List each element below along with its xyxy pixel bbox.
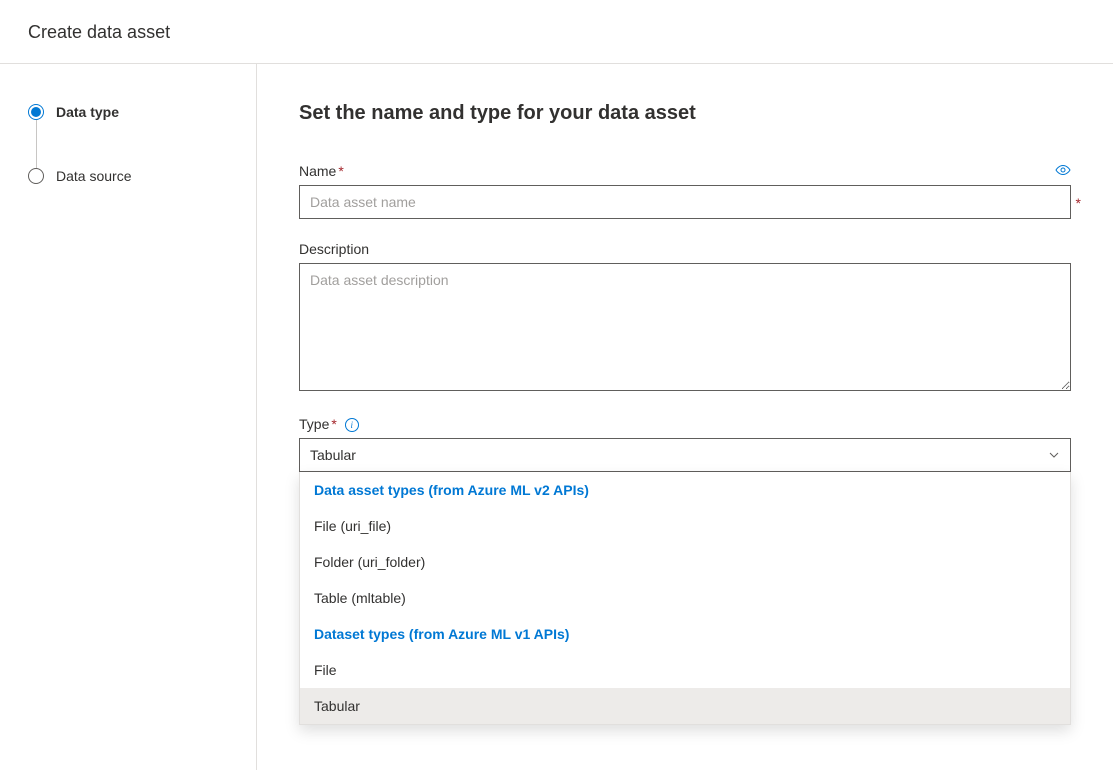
form-group-description: Description: [299, 241, 1071, 394]
name-input[interactable]: [299, 185, 1071, 219]
label-container: Name*: [299, 163, 344, 179]
label-row: Description: [299, 241, 1071, 257]
step-label: Data source: [56, 168, 131, 184]
required-asterisk: *: [1076, 195, 1081, 211]
type-select[interactable]: Tabular: [299, 438, 1071, 472]
required-asterisk: *: [331, 416, 336, 432]
type-label: Type: [299, 416, 329, 432]
dropdown-group-header-v2: Data asset types (from Azure ML v2 APIs): [300, 472, 1070, 508]
chevron-down-icon: [1048, 449, 1060, 461]
label-container: Type* i: [299, 416, 359, 432]
type-selected-value: Tabular: [310, 447, 356, 463]
step-data-source[interactable]: Data source: [28, 168, 228, 184]
dropdown-option-tabular[interactable]: Tabular: [300, 688, 1070, 724]
type-dropdown-panel: Data asset types (from Azure ML v2 APIs)…: [299, 472, 1071, 725]
dropdown-group-header-v1: Dataset types (from Azure ML v1 APIs): [300, 616, 1070, 652]
dropdown-option-table-mltable[interactable]: Table (mltable): [300, 580, 1070, 616]
dropdown-option-file[interactable]: File: [300, 652, 1070, 688]
required-asterisk: *: [338, 163, 343, 179]
page-title: Create data asset: [28, 22, 1085, 43]
label-row: Type* i: [299, 416, 1071, 432]
page-header: Create data asset: [0, 0, 1113, 64]
type-select-wrapper: Tabular Data asset types (from Azure ML …: [299, 438, 1071, 472]
radio-unselected-icon: [28, 168, 44, 184]
step-label: Data type: [56, 104, 119, 120]
step-data-type[interactable]: Data type: [28, 104, 228, 120]
step-list: Data type Data source: [28, 104, 228, 184]
dropdown-option-folder-uri[interactable]: Folder (uri_folder): [300, 544, 1070, 580]
label-row: Name*: [299, 163, 1071, 179]
description-label: Description: [299, 241, 369, 257]
main-panel: Set the name and type for your data asse…: [257, 64, 1113, 770]
main-title: Set the name and type for your data asse…: [299, 102, 1071, 125]
wizard-sidebar: Data type Data source: [0, 64, 257, 770]
form-group-type: Type* i Tabular Data asset types (from A…: [299, 416, 1071, 472]
dropdown-option-file-uri[interactable]: File (uri_file): [300, 508, 1070, 544]
info-icon[interactable]: i: [345, 418, 359, 432]
eye-icon[interactable]: [1055, 163, 1071, 179]
name-label: Name: [299, 163, 336, 179]
form-group-name: Name* *: [299, 163, 1071, 219]
content-wrapper: Data type Data source Set the name and t…: [0, 64, 1113, 770]
step-connector: [36, 120, 37, 168]
description-input[interactable]: [299, 263, 1071, 391]
radio-selected-icon: [28, 104, 44, 120]
